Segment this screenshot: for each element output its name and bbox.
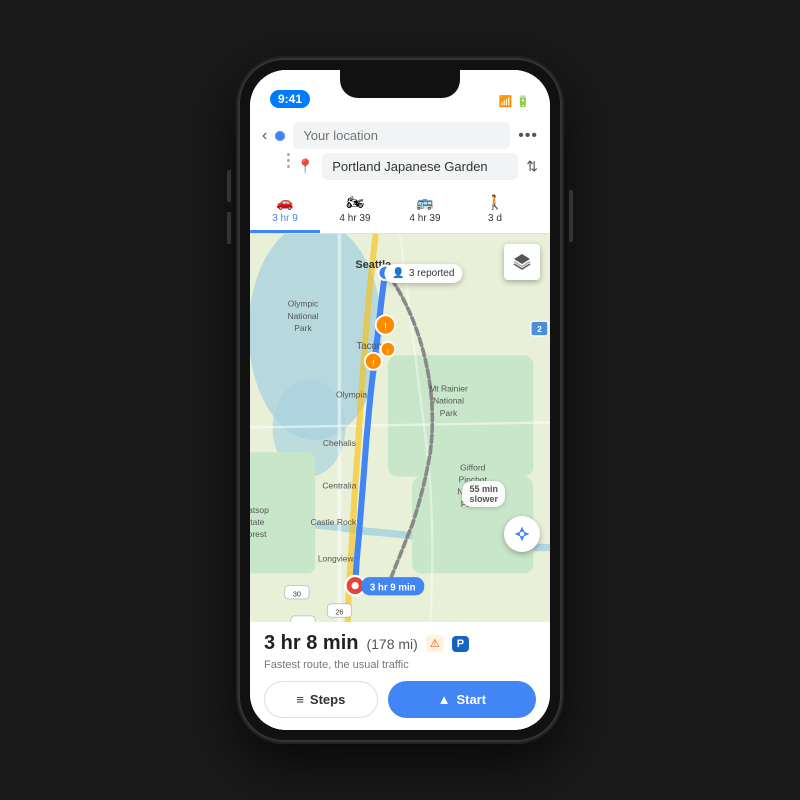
svg-text:Olympia: Olympia bbox=[336, 390, 367, 400]
motorcycle-time: 4 hr 39 bbox=[339, 213, 370, 224]
transit-time: 4 hr 39 bbox=[409, 213, 440, 224]
tab-drive[interactable]: 🚗 3 hr 9 bbox=[250, 188, 320, 233]
map-area[interactable]: Seattle Tacoma Olympia Olympic National … bbox=[250, 234, 550, 622]
svg-text:2: 2 bbox=[537, 324, 542, 334]
wifi-icon: 📶 bbox=[499, 95, 513, 108]
svg-text:3 hr 9 min: 3 hr 9 min bbox=[370, 582, 416, 593]
svg-text:Olympic: Olympic bbox=[288, 299, 319, 309]
svg-text:Longview: Longview bbox=[318, 553, 355, 563]
tab-bike[interactable]: 🚲 bbox=[530, 188, 550, 233]
svg-text:Clatsop: Clatsop bbox=[250, 505, 269, 515]
walk-time: 3 d bbox=[488, 213, 502, 224]
destination-row: 📍 ⇅ bbox=[297, 153, 538, 180]
svg-text:National: National bbox=[457, 487, 488, 497]
svg-text:Mt Rainier: Mt Rainier bbox=[429, 384, 468, 394]
tab-transit[interactable]: 🚌 4 hr 39 bbox=[390, 188, 460, 233]
route-subtitle: Fastest route, the usual traffic bbox=[264, 659, 536, 671]
svg-text:Forest: Forest bbox=[250, 529, 267, 539]
destination-input[interactable] bbox=[322, 153, 518, 180]
route-time: 3 hr 8 min bbox=[264, 632, 358, 655]
transit-icon: 🚌 bbox=[416, 194, 433, 211]
svg-text:Chehalis: Chehalis bbox=[323, 438, 356, 448]
motorcycle-icon: 🏍 bbox=[346, 194, 364, 211]
bottom-panel: 3 hr 8 min (178 mi) ⚠ P Fastest route, t… bbox=[250, 622, 550, 730]
action-buttons: ≡ Steps ▲ Start bbox=[264, 681, 536, 718]
steps-label: Steps bbox=[310, 692, 345, 707]
svg-text:30: 30 bbox=[299, 620, 307, 622]
svg-text:Pinchot: Pinchot bbox=[459, 475, 488, 485]
tab-walk[interactable]: 🚶 3 d bbox=[460, 188, 530, 233]
battery-icon: 🔋 bbox=[516, 95, 530, 108]
drive-time: 3 hr 9 bbox=[272, 213, 298, 224]
route-summary: 3 hr 8 min (178 mi) ⚠ P bbox=[264, 632, 536, 655]
svg-text:!: ! bbox=[384, 322, 387, 333]
more-options-button[interactable]: ••• bbox=[518, 127, 538, 145]
svg-text:National: National bbox=[287, 311, 318, 321]
parking-badge: P bbox=[452, 636, 469, 652]
route-distance: (178 mi) bbox=[366, 636, 417, 652]
steps-icon: ≡ bbox=[296, 692, 304, 707]
phone-frame: 9:41 📶 🔋 ‹ ••• 📍 ⇅ bbox=[240, 60, 560, 740]
power-button[interactable] bbox=[569, 190, 573, 242]
svg-text:State: State bbox=[250, 517, 265, 527]
drive-icon: 🚗 bbox=[276, 194, 293, 211]
volume-down-button[interactable] bbox=[227, 212, 231, 244]
svg-text:26: 26 bbox=[335, 608, 343, 617]
origin-input[interactable] bbox=[293, 122, 510, 149]
origin-row: ‹ ••• bbox=[262, 122, 538, 149]
svg-text:Centralia: Centralia bbox=[322, 481, 356, 491]
phone-screen: 9:41 📶 🔋 ‹ ••• 📍 ⇅ bbox=[250, 70, 550, 730]
notch bbox=[340, 70, 460, 98]
svg-text:Forest: Forest bbox=[461, 499, 486, 509]
svg-text:Park: Park bbox=[440, 408, 458, 418]
svg-text:!: ! bbox=[387, 347, 389, 356]
walk-icon: 🚶 bbox=[486, 194, 503, 211]
destination-pin-icon: 📍 bbox=[297, 158, 314, 175]
svg-text:Gifford: Gifford bbox=[460, 462, 486, 472]
tab-motorcycle[interactable]: 🏍 4 hr 39 bbox=[320, 188, 390, 233]
layers-button[interactable] bbox=[504, 244, 540, 280]
steps-button[interactable]: ≡ Steps bbox=[264, 681, 378, 718]
start-label: Start bbox=[456, 692, 486, 707]
svg-text:Park: Park bbox=[294, 323, 312, 333]
svg-text:Castle Rock: Castle Rock bbox=[310, 517, 356, 527]
status-time: 9:41 bbox=[270, 90, 310, 108]
route-line-dots bbox=[280, 153, 297, 180]
start-navigation-button[interactable]: ▲ Start bbox=[388, 681, 536, 718]
status-icons: 📶 🔋 bbox=[499, 95, 530, 108]
svg-text:!: ! bbox=[372, 358, 374, 368]
traffic-warning-badge: ⚠ bbox=[426, 635, 444, 652]
svg-text:National: National bbox=[433, 396, 464, 406]
volume-up-button[interactable] bbox=[227, 170, 231, 202]
origin-dot-icon bbox=[275, 131, 285, 141]
direction-bar: ‹ ••• 📍 ⇅ bbox=[250, 114, 550, 188]
back-button[interactable]: ‹ bbox=[262, 127, 267, 145]
swap-directions-button[interactable]: ⇅ bbox=[526, 158, 538, 175]
svg-text:30: 30 bbox=[293, 590, 301, 599]
my-location-button[interactable] bbox=[504, 516, 540, 552]
transport-tabs: 🚗 3 hr 9 🏍 4 hr 39 🚌 4 hr 39 🚶 3 d 🚲 bbox=[250, 188, 550, 234]
start-icon: ▲ bbox=[438, 692, 451, 707]
